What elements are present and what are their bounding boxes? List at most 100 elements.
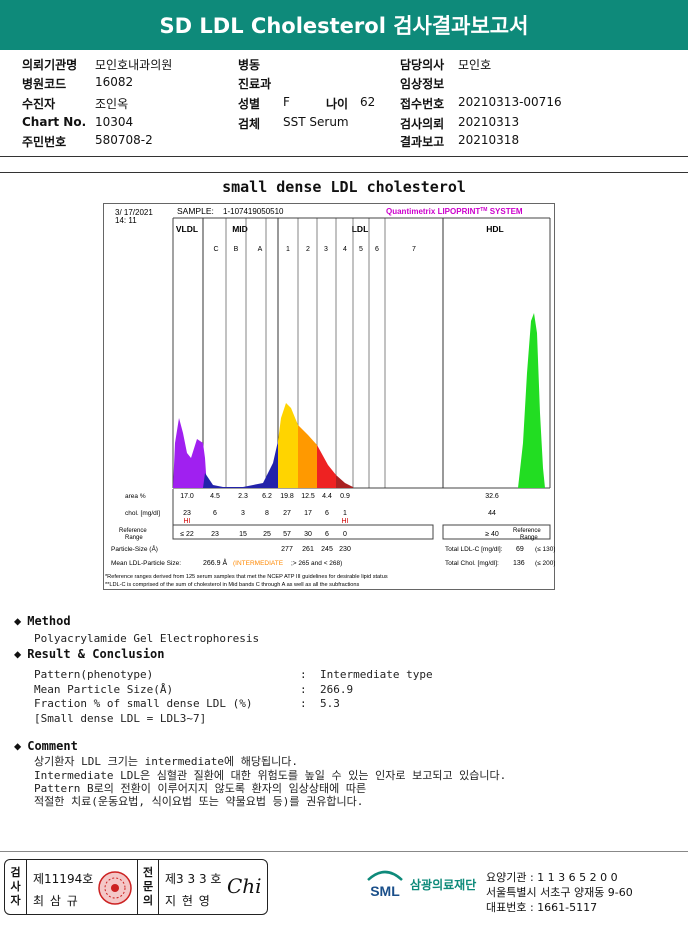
chol-value: 6 [325, 510, 329, 517]
footnote: *Reference ranges derived from 125 serum… [105, 574, 388, 580]
mean-type: (INTERMEDIATE [233, 560, 284, 567]
result-label: Fraction % of small dense LDL (%) [34, 697, 253, 710]
ref-value: ≥ 40 [485, 531, 499, 538]
area-value: 32.6 [485, 493, 499, 500]
ref-value: 23 [211, 531, 219, 538]
group-label: VLDL [176, 224, 198, 234]
area-value: 17.0 [180, 493, 194, 500]
area-value: 19.8 [280, 493, 294, 500]
age-value: 62 [360, 95, 376, 109]
info-label: 병동 [238, 58, 261, 72]
total-chol-value: 136 [513, 560, 525, 567]
seal-icon [98, 871, 132, 905]
info-label: 검체 [238, 117, 261, 131]
lipoprint-chart: 3/ 17/2021 14: 11 SAMPLE: 1-107419050510 Qua… [103, 203, 556, 590]
result-value: 266.9 [320, 683, 354, 696]
divider [0, 156, 688, 157]
chol-value: 17 [304, 510, 312, 517]
hi-flag: HI [342, 518, 349, 525]
role-examiner: 검사자 [5, 860, 27, 914]
group-label: HDL [486, 224, 503, 234]
result-colon: : [300, 683, 307, 696]
total-ldl-value: 69 [516, 546, 524, 553]
ref-label: Range [520, 535, 538, 541]
info-value: 10304 [95, 115, 134, 129]
total-chol-ref: (≤ 200) [535, 560, 555, 567]
info-label: 수진자 [22, 97, 56, 111]
info-label: 진료과 [238, 77, 272, 91]
info-label: 결과보고 [400, 135, 445, 149]
group-label: LDL [352, 224, 369, 234]
chol-value: 27 [283, 510, 291, 517]
diamond-icon: ◆ [14, 647, 22, 661]
info-value: SST Serum [283, 115, 349, 129]
subfraction-label: 3 [324, 246, 328, 253]
ref-label: Reference [119, 528, 147, 534]
comment-heading: ◆ Comment [14, 739, 78, 753]
system-name: Quantimetrix LIPOPRINTTM SYSTEM [386, 207, 523, 216]
signature-box: 검사자 제11194호 최 삼 규 전문의 제3 3 3 호 지 현 영 Chi [4, 859, 268, 915]
area-value: 2.3 [238, 493, 248, 500]
mean-range: ;> 265 and < 268) [291, 560, 342, 567]
subfraction-label: 1 [286, 246, 290, 253]
ref-value: 6 [325, 531, 329, 538]
ref-value: 0 [343, 531, 347, 538]
info-value: 20210318 [458, 133, 520, 147]
group-label: MID [232, 224, 248, 234]
info-value: 20210313 [458, 115, 520, 129]
info-value: 모인호내과의원 [95, 58, 173, 72]
row-label-ps: Particle-Size (Å) [111, 544, 158, 553]
area-value: 4.4 [322, 493, 332, 500]
info-label: 병원코드 [22, 77, 67, 91]
chol-value: 8 [265, 510, 269, 517]
ref-value: 15 [239, 531, 247, 538]
info-value: 16082 [95, 75, 134, 89]
logo-mark: SML [370, 883, 400, 899]
total-chol-label: Total Chol. [mg/dl]: [445, 560, 499, 567]
logo-text: 삼광의료재단 [410, 877, 477, 892]
result-colon: : [300, 697, 307, 710]
contact-line: 요양기관 : 1 1 3 6 5 2 0 0 [486, 871, 618, 884]
info-label: 담당의사 [400, 58, 445, 72]
contact-line: 대표번호 : 1661-5117 [486, 901, 598, 914]
row-label-chol: chol. [mg/dl] [125, 510, 160, 517]
info-value: 모인호 [458, 58, 492, 72]
info-label: 의뢰기관명 [22, 58, 78, 72]
hi-flag: HI [184, 518, 191, 525]
info-label: 성별 [238, 97, 261, 111]
diamond-icon: ◆ [14, 614, 22, 628]
subfraction-label: A [258, 246, 263, 253]
footnote: **LDL-C is comprised of the sum of chole… [105, 582, 360, 588]
method-text: Polyacrylamide Gel Electrophoresis [34, 632, 260, 645]
subfraction-label: 2 [306, 246, 310, 253]
sml-logo: SML 삼광의료재단 [364, 866, 476, 902]
chol-value: 6 [213, 510, 217, 517]
specialist-license: 제3 3 3 호 [165, 872, 222, 886]
method-heading: ◆ Method [14, 614, 71, 628]
specialist-name: 지 현 영 [165, 894, 211, 908]
result-label: Mean Particle Size(Å) [34, 683, 174, 696]
sample-id: 1-107419050510 [223, 207, 284, 216]
chol-value: 3 [241, 510, 245, 517]
ps-value: 277 [281, 546, 293, 553]
subfraction-label: C [213, 246, 218, 253]
chol-value: 44 [488, 510, 496, 517]
row-label-area: area % [125, 493, 146, 500]
area-value: 12.5 [301, 493, 315, 500]
examiner-name: 최 삼 규 [33, 894, 79, 908]
sml-logo-icon: SML [367, 870, 403, 899]
info-label: 검사의뢰 [400, 117, 445, 131]
contact-line: 서울특별시 서초구 양재동 9-60 [486, 886, 633, 899]
subfraction-label: 5 [359, 246, 363, 253]
examiner-license: 제11194호 [33, 872, 94, 886]
signature-icon: Chi [227, 874, 262, 898]
footer-divider [0, 851, 688, 852]
subfraction-label: 6 [375, 246, 379, 253]
chart-time: 14: 11 [115, 216, 137, 225]
result-heading: ◆ Result & Conclusion [14, 647, 165, 661]
area-value: 0.9 [340, 493, 350, 500]
diamond-icon: ◆ [14, 739, 22, 753]
age-label: 나이 [326, 97, 349, 111]
ref-value: 57 [283, 531, 291, 538]
info-value: F [283, 95, 290, 109]
